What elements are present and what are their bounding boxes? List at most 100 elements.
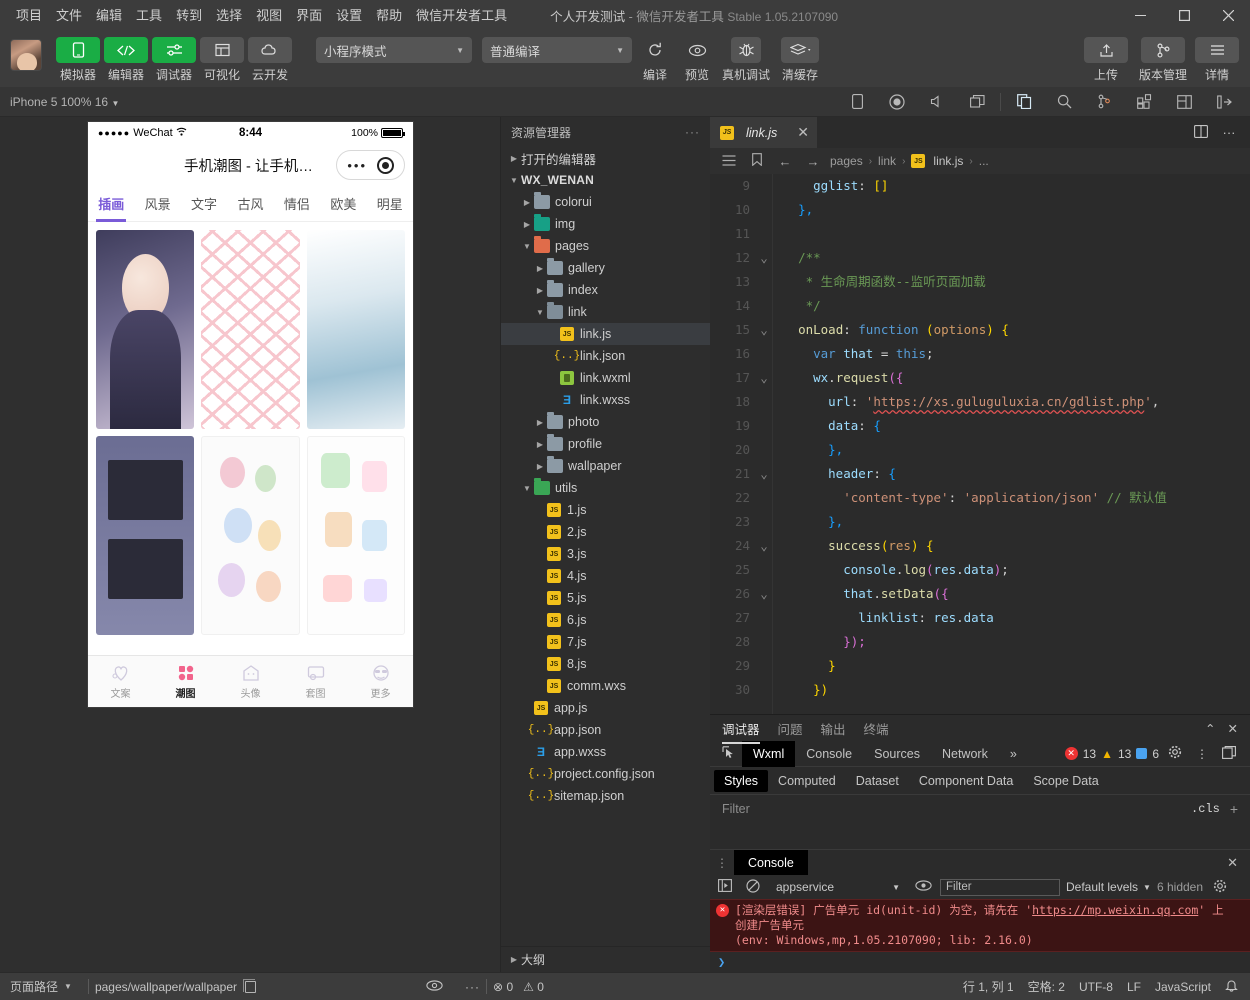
styles-tab-styles[interactable]: Styles [714, 769, 769, 792]
tree-item[interactable]: JS 1.js [501, 499, 710, 521]
gallery-item[interactable] [201, 230, 300, 429]
code-line[interactable]: /** [783, 246, 1250, 270]
mode-select[interactable]: 小程序模式 ▼ [316, 37, 472, 63]
panel-tab-output[interactable]: 输出 [821, 719, 846, 738]
status-eye-icon[interactable] [426, 979, 443, 994]
menu-item-select[interactable]: 选择 [209, 0, 249, 31]
console-tab[interactable]: Console [734, 849, 808, 876]
tree-item[interactable]: JS 7.js [501, 631, 710, 653]
code-line[interactable]: onLoad: function (options) { [783, 318, 1250, 342]
tree-item[interactable]: JS 6.js [501, 609, 710, 631]
toolbar-preview-button[interactable]: 预览 [676, 37, 718, 83]
menu-item-project[interactable]: 项目 [9, 0, 49, 31]
code-line[interactable]: }, [783, 510, 1250, 534]
explorer-more-icon[interactable]: ··· [685, 125, 700, 139]
chevron-down-icon[interactable]: ▼ [520, 242, 534, 251]
tree-item[interactable]: JS 3.js [501, 543, 710, 565]
status-warning-group[interactable]: ⚠ 0 [523, 980, 544, 994]
code-line[interactable]: * 生命周期函数--监听页面加载 [783, 270, 1250, 294]
phone-tabbar-taotu[interactable]: 套图 [283, 663, 348, 700]
tree-item[interactable]: ▶ gallery [501, 257, 710, 279]
phone-tabbar-gengduo[interactable]: 更多 [348, 663, 413, 700]
code-line[interactable]: var that = this; [783, 342, 1250, 366]
console-levels-select[interactable]: Default levels ▼ [1066, 880, 1151, 894]
tree-item[interactable]: Ǝapp.wxss [501, 741, 710, 763]
panel-tab-debugger[interactable]: 调试器 [722, 719, 760, 744]
chevron-right-icon[interactable]: ▶ [520, 220, 534, 229]
code-line[interactable]: } [783, 654, 1250, 678]
chevron-right-icon[interactable]: ▶ [533, 418, 547, 427]
toolbar-upload-button[interactable]: 上传 [1080, 37, 1132, 83]
status-more-icon[interactable]: ··· [465, 980, 480, 994]
styles-tab-computed[interactable]: Computed [768, 770, 846, 792]
tree-item[interactable]: ▼ link [501, 301, 710, 323]
tree-item[interactable]: JS link.js [501, 323, 710, 345]
back-icon[interactable]: ← [774, 154, 796, 169]
gallery-item[interactable] [96, 436, 195, 635]
close-icon[interactable]: ✕ [1228, 721, 1238, 736]
tree-item[interactable]: JS 4.js [501, 565, 710, 587]
gallery-item[interactable] [201, 436, 300, 635]
menu-item-view[interactable]: 视图 [249, 0, 289, 31]
menu-item-goto[interactable]: 转到 [169, 0, 209, 31]
tree-item[interactable]: JS 8.js [501, 653, 710, 675]
tree-item[interactable]: ▶ img [501, 213, 710, 235]
toolbar-realdevice-button[interactable]: 真机调试 [718, 37, 774, 83]
devtools-tab-console[interactable]: Console [795, 741, 863, 767]
fold-marker[interactable]: ⌄ [756, 318, 772, 342]
copy-path-icon[interactable] [243, 978, 257, 993]
menu-item-settings[interactable]: 设置 [329, 0, 369, 31]
tree-item[interactable]: ▼ WX_WENAN [501, 169, 710, 191]
device-select[interactable]: iPhone 5 100% 16 ▼ [10, 95, 119, 109]
panel-tab-problems[interactable]: 问题 [778, 719, 803, 738]
capsule-more-icon[interactable]: ••• [347, 158, 367, 173]
devtools-tab-sources[interactable]: Sources [863, 741, 931, 767]
code-line[interactable]: success(res) { [783, 534, 1250, 558]
tree-icon[interactable] [1084, 87, 1124, 117]
fold-marker[interactable]: ⌄ [756, 366, 772, 390]
console-filter-input[interactable]: Filter [940, 878, 1060, 896]
tree-item[interactable]: ▶ photo [501, 411, 710, 433]
code-line[interactable]: }) [783, 678, 1250, 702]
split-editor-icon[interactable] [1188, 124, 1214, 141]
editor-more-icon[interactable]: ··· [1216, 125, 1242, 140]
styles-filter-input[interactable]: Filter [722, 802, 750, 816]
gallery-item[interactable] [96, 230, 195, 429]
toolbar-simulator-button[interactable]: 模拟器 [54, 37, 102, 83]
toolbar-compile-button[interactable]: 编译 [634, 37, 676, 83]
status-language[interactable]: JavaScript [1155, 980, 1211, 994]
tree-item[interactable]: {..} link.json [501, 345, 710, 367]
phone-tabbar-touxiang[interactable]: 头像 [218, 663, 283, 700]
chevron-right-icon[interactable]: ▶ [533, 440, 547, 449]
console-eye-icon[interactable] [912, 880, 934, 894]
fold-marker[interactable]: ⌄ [756, 246, 772, 270]
code-content[interactable]: gglist: [] }, /** * 生命周期函数--监听页面加载 */ on… [772, 174, 1250, 714]
devtools-tab-wxml[interactable]: Wxml [742, 740, 796, 767]
add-rule-icon[interactable]: + [1230, 801, 1238, 817]
gallery-item[interactable] [306, 436, 405, 635]
tree-item[interactable]: ▶ profile [501, 433, 710, 455]
fold-marker[interactable]: ⌄ [756, 462, 772, 486]
tree-item[interactable]: ▶ colorui [501, 191, 710, 213]
cls-button[interactable]: .cls [1191, 802, 1220, 816]
code-line[interactable]: wx.request({ [783, 366, 1250, 390]
phone-tab-celebrity[interactable]: 明星 [367, 194, 413, 213]
code-line[interactable]: linklist: res.data [783, 606, 1250, 630]
console-prompt[interactable]: ❯ [710, 952, 1250, 972]
search-icon[interactable] [1044, 87, 1084, 117]
status-cursor-position[interactable]: 行 1, 列 1 [963, 978, 1014, 995]
phone-tabbar-wenan[interactable]: 文案 [88, 663, 153, 700]
chevron-down-icon[interactable]: ▼ [533, 308, 547, 317]
toolbar-editor-button[interactable]: 编辑器 [102, 37, 150, 83]
menu-item-tools[interactable]: 工具 [129, 0, 169, 31]
code-line[interactable]: 'content-type': 'application/json' // 默认… [783, 486, 1250, 510]
console-close-icon[interactable]: ✕ [1227, 855, 1250, 871]
toolbar-cloud-button[interactable]: 云开发 [246, 37, 294, 83]
status-error-group[interactable]: ⊗ 0 [493, 980, 513, 994]
toolbar-details-button[interactable]: 详情 [1194, 37, 1240, 83]
code-editor[interactable]: 9 10 11 12 13 14 15 16 17 18 19 20 21 22 23 24 25 26 27 28 2… [710, 174, 1250, 714]
tree-item[interactable]: JS comm.wxs [501, 675, 710, 697]
gear-icon[interactable] [1164, 745, 1186, 762]
menu-item-edit[interactable]: 编辑 [89, 0, 129, 31]
panel-icon[interactable] [1204, 87, 1244, 117]
